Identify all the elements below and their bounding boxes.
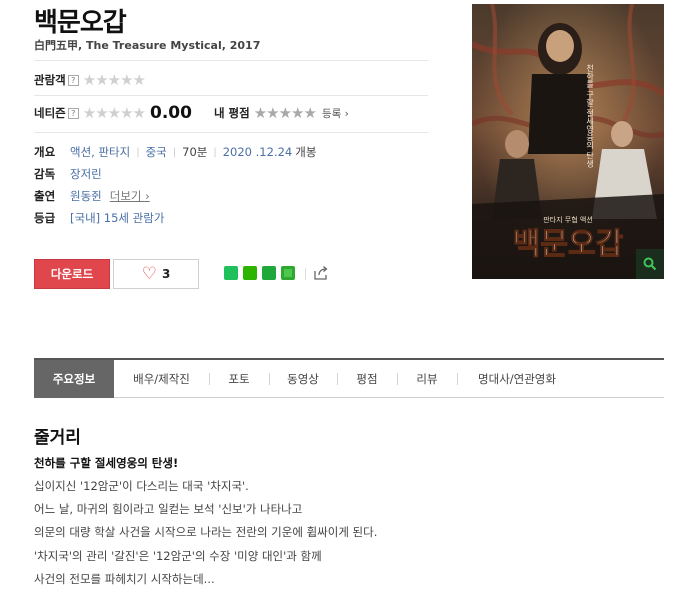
cast-link[interactable]: 원동쥔 xyxy=(70,188,102,204)
director-link[interactable]: 장저린 xyxy=(70,166,102,182)
my-rating-stars[interactable]: ★★★★★ xyxy=(254,104,317,122)
netizen-rating-label: 네티즌 xyxy=(34,106,66,120)
cast-row: 출연 원동쥔 더보기 › xyxy=(34,186,150,206)
share-out-icon[interactable] xyxy=(313,265,329,281)
movie-title: 백문오갑 xyxy=(34,8,127,38)
like-button[interactable]: ♡ 3 xyxy=(113,259,199,289)
tab-photo[interactable]: 포토 xyxy=(209,360,269,398)
runtime-value: 70분 xyxy=(182,145,208,159)
synopsis-line: 십이지신 '12암군'이 다스리는 대국 '차지국'. xyxy=(34,479,249,493)
naver-line-share-icon[interactable] xyxy=(224,266,238,280)
release-date-link[interactable]: 2020 .12.24 xyxy=(223,145,293,159)
synopsis-line: 사건의 전모를 파헤치기 시작하는데... xyxy=(34,572,215,586)
divider xyxy=(34,132,428,133)
my-rating-label: 내 평점 xyxy=(213,106,250,120)
synopsis-line: 어느 날, 마귀의 힘이라고 일컫는 보석 '신보'가 나타나고 xyxy=(34,502,303,516)
synopsis-headline: 천하를 구할 절세영웅의 탄생! xyxy=(34,456,179,470)
tab-main-info[interactable]: 주요정보 xyxy=(34,359,114,398)
genre-link[interactable]: 액션, 판타지 xyxy=(70,144,130,160)
poster-zoom-button[interactable] xyxy=(636,249,664,279)
poster-tagline: 천하를 구할 절세영웅의 탄생 xyxy=(585,63,594,168)
tab-rating[interactable]: 평점 xyxy=(337,360,397,398)
synopsis-title: 줄거리 xyxy=(34,428,81,448)
netizen-score: 0.00 xyxy=(150,103,192,123)
like-count: 3 xyxy=(161,267,171,281)
overview-label: 개요 xyxy=(34,145,56,159)
netizen-stars: ★★★★★ xyxy=(82,104,146,122)
band-share-icon[interactable] xyxy=(243,266,257,280)
tab-cast-crew[interactable]: 배우/제작진 xyxy=(114,360,209,398)
divider xyxy=(305,268,306,280)
release-suffix: 개봉 xyxy=(295,145,317,159)
tab-quotes-related[interactable]: 명대사/연관영화 xyxy=(457,360,577,398)
bookmark-share-icon[interactable] xyxy=(262,266,276,280)
synopsis-line: '차지국'의 관리 '갈진'은 '12암군'의 수장 '미양 대인'과 함께 xyxy=(34,549,322,563)
country-link[interactable]: 중국 xyxy=(146,144,167,160)
divider xyxy=(34,95,428,96)
tab-video[interactable]: 동영상 xyxy=(269,360,337,398)
movie-subtitle: 白門五甲, The Treasure Mystical, 2017 xyxy=(34,39,261,52)
director-label: 감독 xyxy=(34,167,56,181)
poster-title: 백문오갑 xyxy=(513,227,624,262)
divider xyxy=(34,60,428,61)
poster-small-title: 판타지 무협 액션 xyxy=(543,215,593,224)
synopsis-line: 의문의 대량 학살 사건을 시작으로 나라는 전란의 기운에 휩싸이게 된다. xyxy=(34,525,378,539)
netizen-rating-row: 네티즌 ? ★★★★★ 0.00 내 평점 ★★★★★ 등록 › xyxy=(34,102,349,124)
overview-row: 개요 액션, 판타지 | 중국 | 70분 | 2020 .12.24 개봉 xyxy=(34,142,316,162)
tab-review[interactable]: 리뷰 xyxy=(397,360,457,398)
age-rating-row: 등급 [국내] 15세 관람가 xyxy=(34,208,164,228)
heart-icon: ♡ xyxy=(141,263,157,284)
info-tabs: 주요정보 배우/제작진 포토 동영상 평점 리뷰 명대사/연관영화 xyxy=(34,358,664,398)
help-icon[interactable]: ? xyxy=(67,74,79,86)
divider: | xyxy=(172,146,177,158)
cast-label: 출연 xyxy=(34,189,56,203)
cast-more-link[interactable]: 더보기 › xyxy=(110,188,150,204)
age-rating-link[interactable]: [국내] 15세 관람가 xyxy=(70,210,164,226)
audience-rating-label: 관람객 xyxy=(34,73,66,87)
divider: | xyxy=(136,146,140,158)
register-rating-link[interactable]: 등록 › xyxy=(322,106,349,121)
audience-rating-row: 관람객 ? ★★★★★ xyxy=(34,69,146,91)
share-icons xyxy=(224,266,295,280)
help-icon[interactable]: ? xyxy=(67,107,79,119)
memo-share-icon[interactable] xyxy=(281,266,295,280)
director-row: 감독 장저린 xyxy=(34,164,102,184)
audience-stars: ★★★★★ xyxy=(82,71,146,89)
movie-poster[interactable]: 천하를 구할 절세영웅의 탄생 판타지 무협 액션 백문오갑 xyxy=(472,4,664,279)
search-icon xyxy=(643,257,657,271)
divider: | xyxy=(213,146,217,158)
download-button[interactable]: 다운로드 xyxy=(34,259,110,289)
age-rating-label: 등급 xyxy=(34,211,56,225)
